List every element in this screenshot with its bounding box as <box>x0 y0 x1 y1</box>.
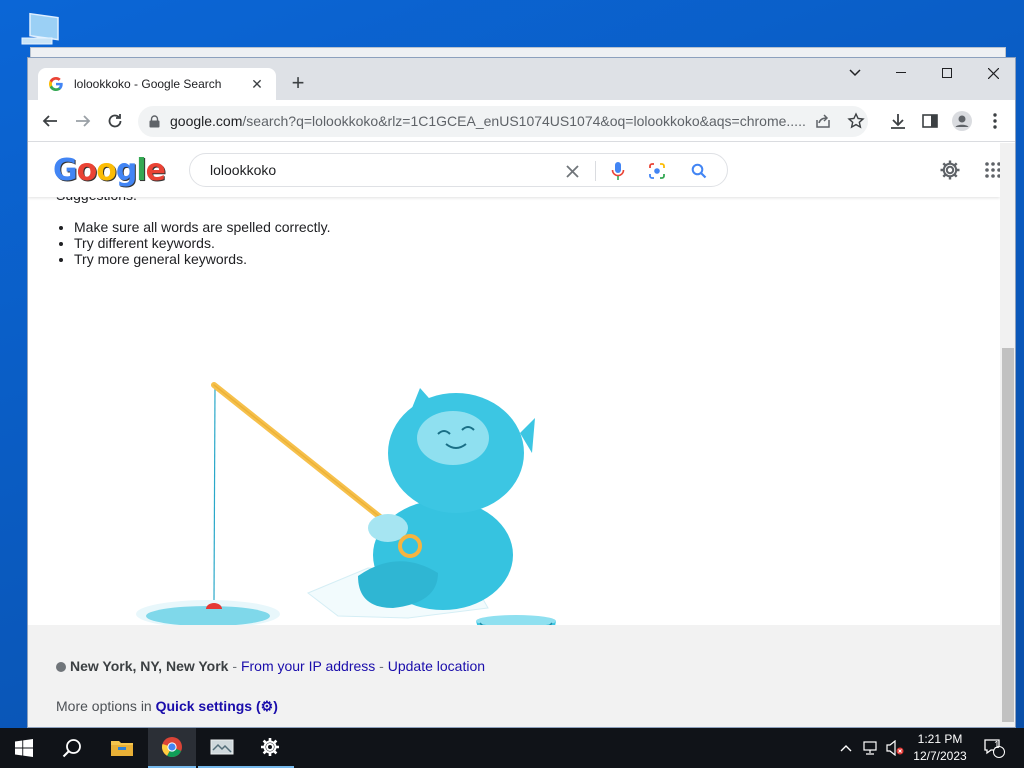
lock-icon[interactable] <box>149 115 160 128</box>
forward-arrow-icon[interactable] <box>70 108 96 134</box>
share-icon[interactable] <box>814 112 832 135</box>
search-query[interactable]: lolookkoko <box>210 162 276 178</box>
google-header: Google lolookkoko <box>28 143 1000 197</box>
chrome-menu-icon[interactable] <box>982 108 1008 134</box>
chrome-taskbar-icon[interactable] <box>148 728 196 768</box>
page-footer: New York, NY, New York - From your IP ad… <box>28 625 1000 727</box>
browser-toolbar: google.com/search?q=lolookkoko&rlz=1C1GC… <box>28 100 1015 142</box>
maximize-button[interactable] <box>924 58 970 88</box>
google-lens-icon[interactable] <box>647 161 667 181</box>
tray-chevron-up-icon[interactable] <box>836 728 856 768</box>
location-name: New York, NY, New York <box>70 658 229 674</box>
notification-center-icon[interactable]: 1 <box>980 728 1008 768</box>
update-location-link[interactable]: Update location <box>388 658 485 674</box>
tab-google-search[interactable]: lolookkoko - Google Search ✕ <box>38 68 276 100</box>
search-taskbar-icon[interactable] <box>48 728 96 768</box>
search-divider <box>595 161 596 181</box>
location-line: New York, NY, New York - From your IP ad… <box>56 658 485 674</box>
reload-icon[interactable] <box>102 108 128 134</box>
file-explorer-icon[interactable] <box>98 728 146 768</box>
new-tab-button[interactable]: + <box>286 72 310 96</box>
tab-strip: lolookkoko - Google Search ✕ + <box>28 58 1015 100</box>
clear-search-icon[interactable] <box>562 161 582 181</box>
google-doodle-logo[interactable]: Google <box>53 153 166 188</box>
suggestion-item: Try more general keywords. <box>74 251 474 267</box>
side-panel-icon[interactable] <box>917 108 943 134</box>
scrollbar-thumb[interactable] <box>1002 348 1014 722</box>
minimize-button[interactable] <box>878 58 924 88</box>
this-pc-icon[interactable] <box>18 10 62 48</box>
tab-close-icon[interactable]: ✕ <box>248 75 266 93</box>
search-submit-icon[interactable] <box>689 161 709 181</box>
start-windows-icon[interactable] <box>0 728 48 768</box>
page-scrollbar[interactable] <box>1000 143 1015 727</box>
tab-search-chevron-icon[interactable] <box>832 58 878 88</box>
download-icon[interactable] <box>885 108 911 134</box>
network-tray-icon[interactable] <box>860 728 882 768</box>
voice-search-mic-icon[interactable] <box>608 161 628 181</box>
clock-date: 12/7/2023 <box>913 749 967 763</box>
address-bar[interactable]: google.com/search?q=lolookkoko&rlz=1C1GC… <box>138 106 868 137</box>
windows-taskbar: 1:21 PM 12/7/2023 1 <box>0 728 1024 768</box>
location-dot-icon <box>56 662 66 672</box>
back-arrow-icon[interactable] <box>37 108 63 134</box>
quick-settings-link[interactable]: Quick settings (⚙) <box>156 698 278 714</box>
fishing-yeti-illustration <box>136 382 556 638</box>
suggestion-item: Try different keywords. <box>74 235 474 251</box>
more-options-line: More options in Quick settings (⚙) <box>56 698 278 714</box>
settings-gear-icon[interactable] <box>938 158 962 182</box>
suggestions-list: Make sure all words are spelled correctl… <box>74 219 474 267</box>
taskbar-clock[interactable]: 1:21 PM 12/7/2023 <box>905 731 975 765</box>
network-app-taskbar-icon[interactable] <box>198 728 246 768</box>
browser-window: lolookkoko - Google Search ✕ + google.co… <box>27 57 1016 728</box>
notification-count: 1 <box>994 740 1000 751</box>
clock-time: 1:21 PM <box>917 732 963 746</box>
search-box[interactable]: lolookkoko <box>189 153 728 187</box>
url-text[interactable]: google.com/search?q=lolookkoko&rlz=1C1GC… <box>170 113 810 129</box>
close-window-button[interactable] <box>970 58 1015 88</box>
suggestion-item: Make sure all words are spelled correctl… <box>74 219 474 235</box>
volume-muted-tray-icon[interactable] <box>884 728 906 768</box>
google-favicon-icon <box>49 77 63 91</box>
from-ip-link[interactable]: From your IP address <box>241 658 375 674</box>
quick-settings-gear-icon: ⚙ <box>260 698 274 714</box>
profile-avatar-icon[interactable] <box>949 108 975 134</box>
google-apps-grid-icon[interactable] <box>981 158 1000 182</box>
bookmark-star-icon[interactable] <box>847 112 865 135</box>
google-results-page: Google lolookkoko • Make sure all words … <box>28 143 1000 727</box>
tab-title: lolookkoko - Google Search <box>74 77 222 91</box>
settings-taskbar-icon[interactable] <box>246 728 294 768</box>
